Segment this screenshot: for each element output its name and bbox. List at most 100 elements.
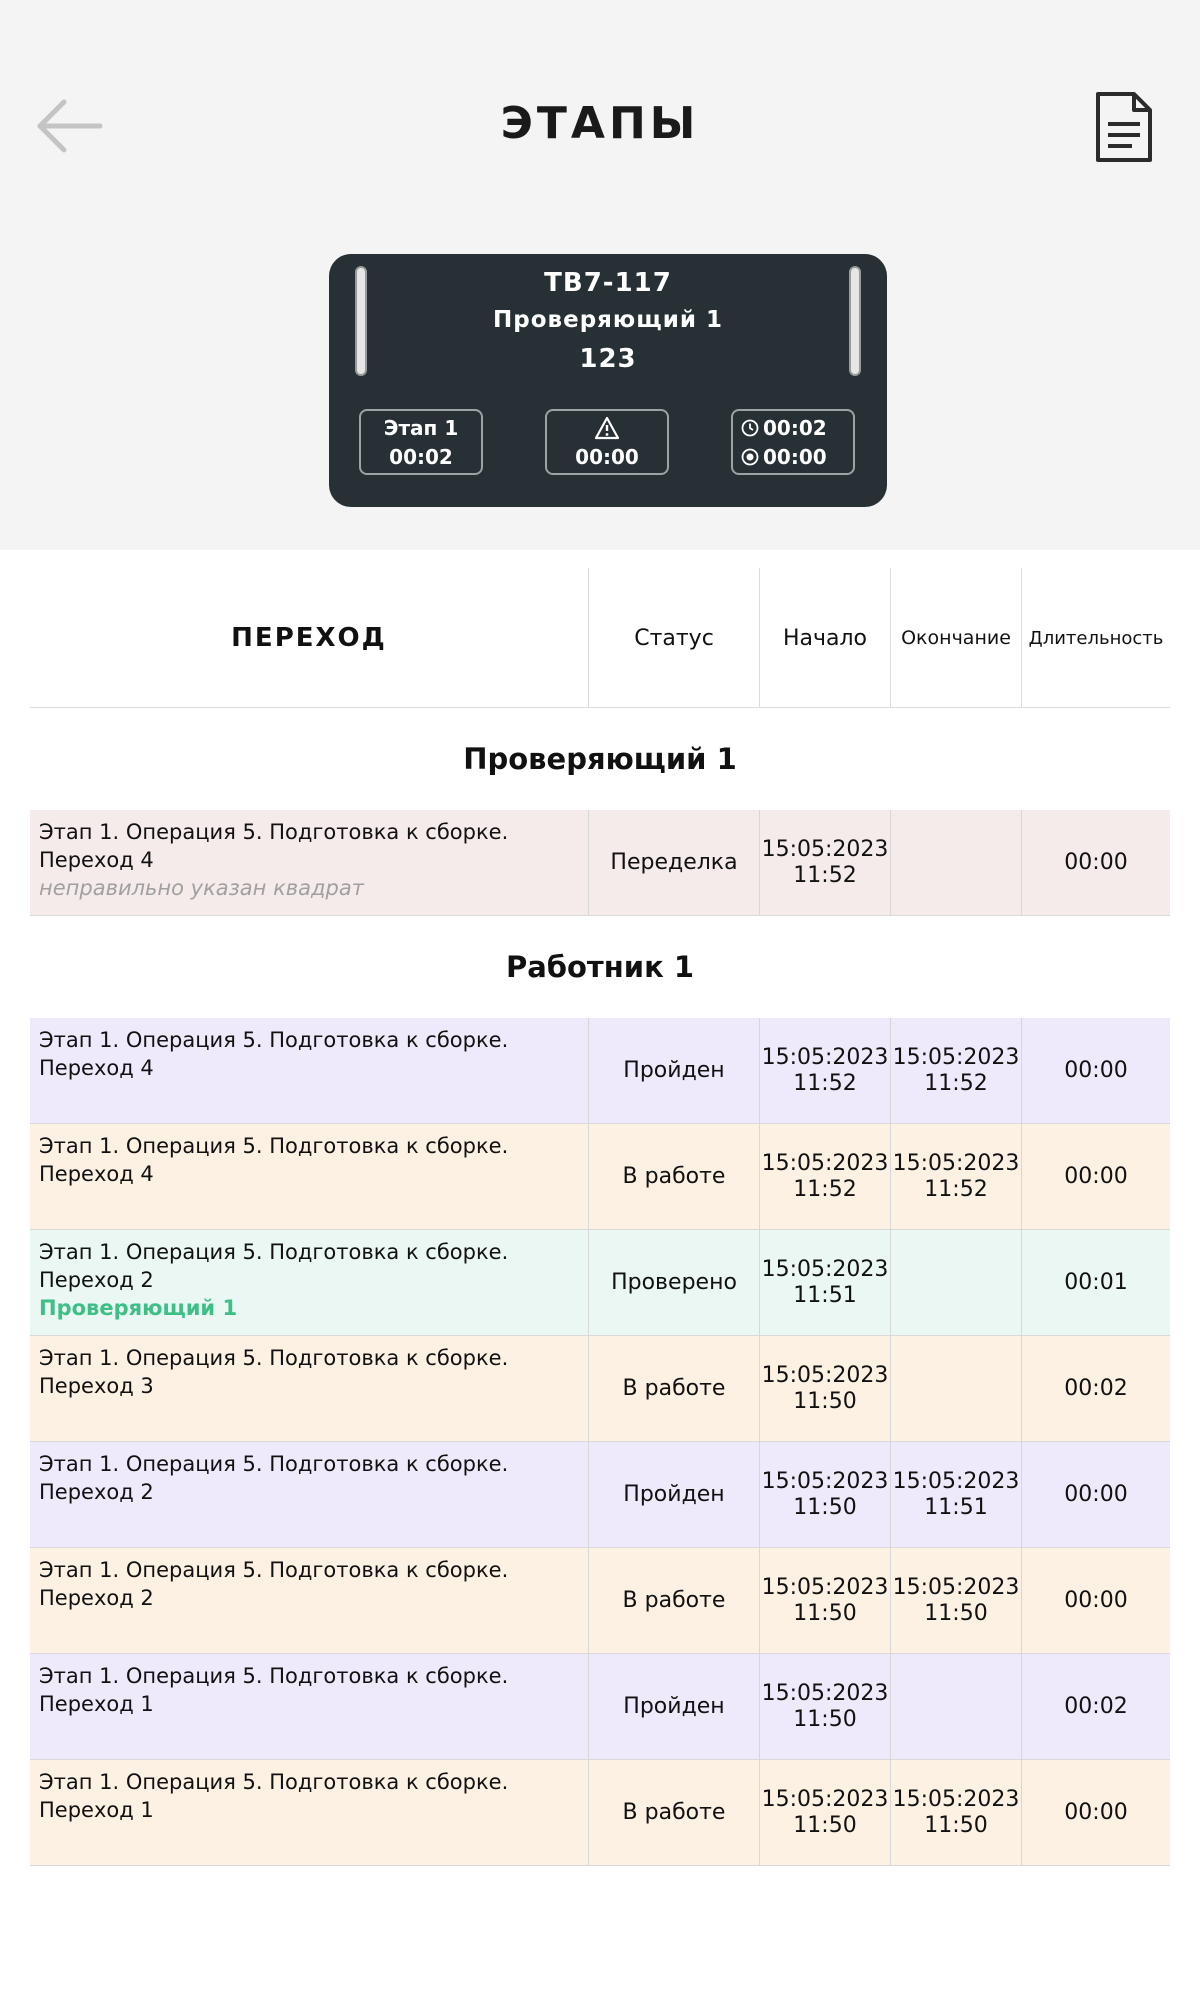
table-row[interactable]: Этап 1. Операция 5. Подготовка к сборке.… [30, 1760, 1170, 1866]
transition-step: Переход 2 [39, 1586, 154, 1610]
end-time: 11:52 [924, 1071, 988, 1096]
duration-cell: 00:00 [1021, 1442, 1170, 1548]
column-header-transition[interactable]: ПЕРЕХОД [30, 568, 588, 708]
transition-cell: Этап 1. Операция 5. Подготовка к сборке.… [30, 1548, 588, 1654]
column-header-start[interactable]: Начало [759, 568, 890, 708]
column-header-status[interactable]: Статус [588, 568, 759, 708]
duration-cell: 00:02 [1021, 1336, 1170, 1442]
stage-time: 00:02 [389, 445, 453, 469]
page-title: ЭТАПЫ [500, 98, 700, 149]
table-row[interactable]: Этап 1. Операция 5. Подготовка к сборке.… [30, 1442, 1170, 1548]
start-date: 15:05:2023 [761, 1363, 889, 1388]
status-cell: Пройден [588, 1442, 759, 1548]
start-cell: 15:05:2023 11:50 [759, 1548, 890, 1654]
end-time: 11:50 [924, 1601, 988, 1626]
start-cell: 15:05:2023 11:50 [759, 1442, 890, 1548]
start-time: 11:50 [793, 1389, 857, 1414]
start-cell: 15:05:2023 11:52 [759, 810, 890, 916]
end-cell: 15:05:2023 11:51 [890, 1442, 1021, 1548]
table-row[interactable]: Этап 1. Операция 5. Подготовка к сборке.… [30, 1230, 1170, 1336]
end-time: 11:52 [924, 1177, 988, 1202]
start-cell: 15:05:2023 11:50 [759, 1336, 890, 1442]
start-cell: 15:05:2023 11:51 [759, 1230, 890, 1336]
transition-step: Переход 4 [39, 1162, 154, 1186]
status-cell: Пройден [588, 1654, 759, 1760]
header-area: ЭТАПЫ ТВ7-117 Проверяющий 1 123 Этап 1 0… [0, 0, 1200, 550]
transition-name: Этап 1. Операция 5. Подготовка к сборке. [39, 1558, 509, 1582]
warning-icon [547, 416, 667, 445]
card-product-code: ТВ7-117 [544, 268, 672, 298]
transition-cell: Этап 1. Операция 5. Подготовка к сборке.… [30, 1230, 588, 1336]
warning-time: 00:00 [575, 445, 639, 469]
end-cell: 15:05:2023 11:50 [890, 1760, 1021, 1866]
stages-table: ПЕРЕХОД Статус Начало Окончание Длительн… [30, 568, 1170, 1866]
start-cell: 15:05:2023 11:50 [759, 1654, 890, 1760]
warning-timer-box[interactable]: 00:00 [545, 409, 669, 475]
transition-step: Переход 3 [39, 1374, 154, 1398]
column-header-duration[interactable]: Длительность [1021, 568, 1170, 708]
transition-name: Этап 1. Операция 5. Подготовка к сборке. [39, 1664, 509, 1688]
transition-cell: Этап 1. Операция 5. Подготовка к сборке.… [30, 1442, 588, 1548]
duration-cell: 00:00 [1021, 1760, 1170, 1866]
transition-step: Переход 1 [39, 1692, 154, 1716]
end-cell [890, 1336, 1021, 1442]
end-cell [890, 1654, 1021, 1760]
start-time: 11:50 [793, 1601, 857, 1626]
status-cell: Переделка [588, 810, 759, 916]
card-user-name: Проверяющий 1 [493, 307, 723, 333]
end-date: 15:05:2023 [892, 1151, 1020, 1176]
group-title: Проверяющий 1 [463, 742, 737, 776]
transition-name: Этап 1. Операция 5. Подготовка к сборке. [39, 820, 509, 844]
status-cell: В работе [588, 1548, 759, 1654]
table-row[interactable]: Этап 1. Операция 5. Подготовка к сборке.… [30, 1548, 1170, 1654]
start-cell: 15:05:2023 11:52 [759, 1018, 890, 1124]
start-time: 11:51 [793, 1283, 857, 1308]
document-button[interactable] [1092, 90, 1156, 164]
stage-timer-box[interactable]: Этап 1 00:02 [359, 409, 483, 475]
duration-cell: 00:01 [1021, 1230, 1170, 1336]
transition-cell: Этап 1. Операция 5. Подготовка к сборке.… [30, 810, 588, 916]
record-time: 00:00 [763, 445, 827, 469]
duration-cell: 00:00 [1021, 1124, 1170, 1230]
duration-cell: 00:00 [1021, 1548, 1170, 1654]
table-row[interactable]: Этап 1. Операция 5. Подготовка к сборке.… [30, 1018, 1170, 1124]
start-time: 11:52 [793, 1177, 857, 1202]
table-row[interactable]: Этап 1. Операция 5. Подготовка к сборке.… [30, 1124, 1170, 1230]
start-cell: 15:05:2023 11:50 [759, 1760, 890, 1866]
transition-name: Этап 1. Операция 5. Подготовка к сборке. [39, 1240, 509, 1264]
transition-cell: Этап 1. Операция 5. Подготовка к сборке.… [30, 1018, 588, 1124]
end-cell: 15:05:2023 11:52 [890, 1018, 1021, 1124]
table-row[interactable]: Этап 1. Операция 5. Подготовка к сборке.… [30, 810, 1170, 916]
start-time: 11:52 [793, 863, 857, 888]
status-cell: В работе [588, 1760, 759, 1866]
clock-time: 00:02 [763, 416, 827, 440]
rework-note: неправильно указан квадрат [39, 876, 364, 900]
start-date: 15:05:2023 [761, 1257, 889, 1282]
table-body: Проверяющий 1 Этап 1. Операция 5. Подгото… [30, 708, 1170, 1866]
status-cell: Проверено [588, 1230, 759, 1336]
transition-cell: Этап 1. Операция 5. Подготовка к сборке.… [30, 1336, 588, 1442]
start-time: 11:50 [793, 1813, 857, 1838]
end-time: 11:51 [924, 1495, 988, 1520]
stage-label: Этап 1 [383, 416, 459, 440]
table-row[interactable]: Этап 1. Операция 5. Подготовка к сборке.… [30, 1336, 1170, 1442]
transition-step: Переход 1 [39, 1798, 154, 1822]
start-time: 11:50 [793, 1495, 857, 1520]
card-order-number: 123 [579, 344, 637, 374]
start-time: 11:50 [793, 1707, 857, 1732]
start-date: 15:05:2023 [761, 1575, 889, 1600]
start-date: 15:05:2023 [761, 1045, 889, 1070]
transition-name: Этап 1. Операция 5. Подготовка к сборке. [39, 1134, 509, 1158]
start-date: 15:05:2023 [761, 1151, 889, 1176]
transition-step: Переход 4 [39, 848, 154, 872]
duration-cell: 00:00 [1021, 810, 1170, 916]
transition-cell: Этап 1. Операция 5. Подготовка к сборке.… [30, 1760, 588, 1866]
table-row[interactable]: Этап 1. Операция 5. Подготовка к сборке.… [30, 1654, 1170, 1760]
transition-step: Переход 2 [39, 1268, 154, 1292]
transition-name: Этап 1. Операция 5. Подготовка к сборке. [39, 1346, 509, 1370]
transition-name: Этап 1. Операция 5. Подготовка к сборке. [39, 1028, 509, 1052]
duration-cell: 00:02 [1021, 1654, 1170, 1760]
table-header: ПЕРЕХОД Статус Начало Окончание Длительн… [30, 568, 1170, 708]
column-header-end[interactable]: Окончание [890, 568, 1021, 708]
clock-timer-box[interactable]: 00:02 00:00 [731, 409, 855, 475]
